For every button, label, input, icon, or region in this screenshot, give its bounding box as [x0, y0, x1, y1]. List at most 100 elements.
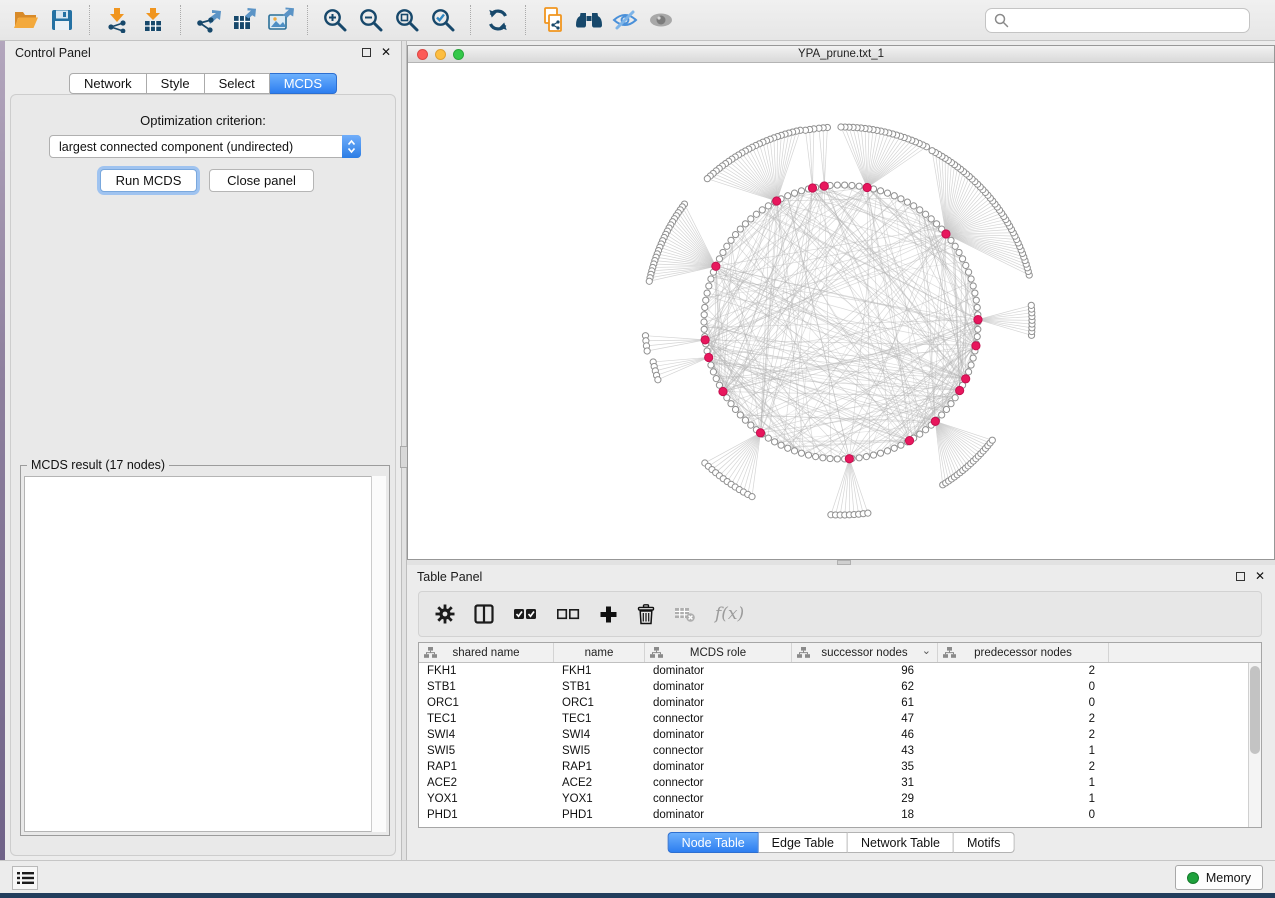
control-panel-tab[interactable]: Select [205, 73, 270, 94]
import-network-button[interactable] [99, 3, 135, 37]
dropdown-stepper-icon [342, 135, 361, 158]
zoom-out-button[interactable] [353, 3, 389, 37]
memory-status-icon [1187, 872, 1199, 884]
copy-network-icon [540, 6, 566, 34]
column-header[interactable]: name ⌄ [554, 643, 645, 662]
toolbar-separator [470, 5, 471, 35]
zoom-selected-button[interactable] [425, 3, 461, 37]
search-input[interactable] [1015, 14, 1241, 28]
copy-share-button[interactable] [535, 3, 571, 37]
table-tab[interactable]: Edge Table [759, 832, 848, 853]
toggle-columns-button[interactable] [474, 604, 494, 624]
search-network-button[interactable] [571, 3, 607, 37]
desktop-wallpaper-bottom [0, 893, 1275, 898]
import-table-button[interactable] [135, 3, 171, 37]
toolbar-separator [525, 5, 526, 35]
unchecked-boxes-icon [556, 606, 580, 622]
optimization-criterion-select[interactable]: largest connected component (undirected) [49, 135, 361, 158]
network-view-window: YPA_prune.txt_1 [407, 45, 1275, 560]
run-mcds-button[interactable]: Run MCDS [100, 169, 197, 192]
refresh-icon [485, 7, 511, 33]
attribute-type-icon [943, 647, 956, 661]
close-panel-icon[interactable]: ✕ [381, 47, 391, 57]
close-panel-icon[interactable]: ✕ [1255, 571, 1265, 581]
cytoscape-app: Control Panel ✕ NetworkStyleSelectMCDS O… [0, 0, 1275, 898]
import-network-icon [104, 7, 130, 33]
memory-button[interactable]: Memory [1175, 865, 1263, 890]
table-row[interactable]: RAP1 RAP1 dominator 35 2 [419, 759, 1261, 775]
export-image-button[interactable] [262, 3, 298, 37]
selected-criterion: largest connected component (undirected) [50, 140, 342, 154]
control-panel-tab[interactable]: Network [69, 73, 147, 94]
apply-function-button[interactable]: f(x) [715, 604, 744, 624]
table-tab[interactable]: Node Table [668, 832, 759, 853]
control-panel-tab[interactable]: MCDS [270, 73, 337, 94]
table-scrollbar[interactable] [1248, 663, 1261, 827]
table-settings-button[interactable] [435, 604, 455, 624]
table-row[interactable]: ACE2 ACE2 connector 31 1 [419, 775, 1261, 791]
export-table-button[interactable] [226, 3, 262, 37]
table-row[interactable]: TEC1 TEC1 connector 47 2 [419, 711, 1261, 727]
scrollbar-thumb[interactable] [1250, 666, 1260, 754]
zoom-fit-button[interactable] [389, 3, 425, 37]
column-header[interactable]: shared name ⌄ [419, 643, 554, 662]
close-panel-button[interactable]: Close panel [209, 169, 314, 192]
plus-icon [599, 605, 618, 624]
gear-icon [435, 604, 455, 624]
eye-slash-icon [611, 7, 639, 33]
refresh-button[interactable] [480, 3, 516, 37]
float-panel-icon[interactable] [362, 48, 371, 57]
zoom-fit-icon [394, 7, 420, 33]
show-panels-menu-button[interactable] [12, 866, 38, 890]
column-header[interactable]: ⌄ [1109, 643, 1261, 662]
checked-boxes-icon [513, 606, 537, 622]
mcds-result-title: MCDS result (17 nodes) [27, 458, 169, 472]
table-row[interactable]: FKH1 FKH1 dominator 96 2 [419, 663, 1261, 679]
export-network-button[interactable] [190, 3, 226, 37]
import-table-icon [140, 7, 166, 33]
status-bar: Memory [0, 860, 1275, 893]
deselect-all-rows-button[interactable] [556, 606, 580, 622]
table-row[interactable]: PHD1 PHD1 dominator 18 0 [419, 807, 1261, 823]
open-file-button[interactable] [8, 3, 44, 37]
add-column-button[interactable] [599, 605, 618, 624]
table-row[interactable]: SWI4 SWI4 dominator 46 2 [419, 727, 1261, 743]
table-row[interactable]: ORC1 ORC1 dominator 61 0 [419, 695, 1261, 711]
table-row[interactable]: STB1 STB1 dominator 62 0 [419, 679, 1261, 695]
network-canvas-svg[interactable] [408, 63, 1274, 559]
table-tab[interactable]: Network Table [848, 832, 954, 853]
zoom-in-button[interactable] [317, 3, 353, 37]
column-header[interactable]: predecessor nodes ⌄ [938, 643, 1109, 662]
columns-icon [474, 604, 494, 624]
table-panel: Table Panel ✕ [407, 565, 1275, 860]
float-panel-icon[interactable] [1236, 572, 1245, 581]
eye-icon [647, 7, 675, 33]
save-floppy-icon [49, 7, 75, 33]
result-list-scrollbar[interactable] [371, 476, 386, 832]
network-window-title: YPA_prune.txt_1 [408, 48, 1274, 60]
table-tab[interactable]: Motifs [954, 832, 1014, 853]
control-panel-tabs: NetworkStyleSelectMCDS [5, 73, 401, 94]
table-row[interactable]: SWI5 SWI5 connector 43 1 [419, 743, 1261, 759]
save-session-button[interactable] [44, 3, 80, 37]
show-hide-panels-button[interactable] [607, 3, 643, 37]
table-row[interactable]: YOX1 YOX1 connector 29 1 [419, 791, 1261, 807]
sort-caret-icon: ⌄ [922, 644, 931, 657]
network-search-field[interactable] [985, 8, 1250, 33]
delete-table-button[interactable] [674, 605, 696, 623]
zoom-selected-icon [430, 7, 456, 33]
node-table-header: shared name ⌄ name ⌄ MCDS role ⌄ [419, 643, 1261, 663]
control-panel-tab[interactable]: Style [147, 73, 205, 94]
select-all-rows-button[interactable] [513, 606, 537, 622]
delete-column-button[interactable] [637, 604, 655, 625]
table-panel-title: Table Panel [417, 570, 482, 584]
node-table-body: FKH1 FKH1 dominator 96 2 STB1 STB1 domin… [419, 663, 1261, 823]
table-panel-tabs: Node TableEdge TableNetwork TableMotifs [668, 832, 1015, 853]
node-table: shared name ⌄ name ⌄ MCDS role ⌄ [418, 642, 1262, 828]
mcds-result-list [24, 476, 386, 832]
preview-eye-button[interactable] [643, 3, 679, 37]
column-header[interactable]: MCDS role ⌄ [645, 643, 792, 662]
column-header[interactable]: successor nodes ⌄ [792, 643, 938, 662]
optimization-criterion-label: Optimization criterion: [11, 113, 395, 128]
control-panel: Control Panel ✕ NetworkStyleSelectMCDS O… [5, 41, 401, 860]
